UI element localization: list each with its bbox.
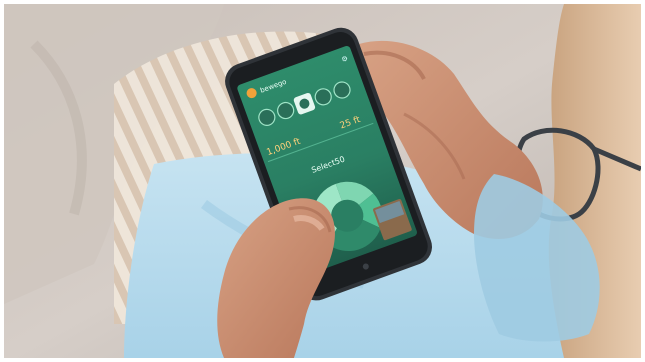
scene-illustration: bewego ⚙ 1,000 ft 25 ft Select50 <box>4 4 641 358</box>
photo-frame: bewego ⚙ 1,000 ft 25 ft Select50 <box>4 4 641 358</box>
